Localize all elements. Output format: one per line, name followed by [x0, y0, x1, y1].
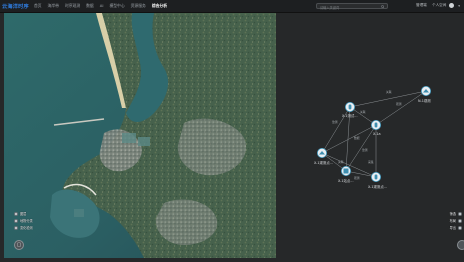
map-control-label: 变化检测 [20, 226, 33, 230]
search-icon[interactable] [381, 4, 385, 9]
nav-item-coast[interactable]: 海岸带 [48, 3, 59, 9]
node-icon [374, 122, 378, 128]
nav-item-timeseries[interactable]: 时序观测 [65, 3, 80, 9]
graph-control-label: 筛选 [449, 212, 456, 216]
graph-control-label: 布局 [449, 219, 456, 223]
graph-control-export[interactable]: 导出 [448, 225, 462, 230]
chat-icon: ▢ [16, 242, 22, 248]
map-control-layers[interactable]: 图层 [14, 211, 26, 216]
nav-item-services[interactable]: 资源服务 [131, 3, 146, 9]
layers-icon [14, 211, 18, 216]
edge-label: 数据 [354, 136, 360, 140]
graph-edge [345, 124, 377, 172]
graph-edge [321, 124, 377, 154]
change-detection-icon [14, 225, 18, 230]
personal-space-link[interactable]: 个人空间 [432, 3, 446, 8]
edge-label: 观测 [354, 176, 360, 180]
satellite-map[interactable]: 图层 地物分类 变化检测 ▢ [4, 13, 276, 258]
map-imagery [4, 13, 276, 258]
avatar[interactable] [449, 3, 454, 8]
edge-label: 监测 [332, 120, 338, 124]
layout-icon [458, 218, 462, 223]
edge-label: 关联 [386, 90, 392, 94]
brand-title[interactable]: 云海洋时序 [2, 3, 29, 10]
node-label: X-1观测点... [314, 160, 333, 165]
map-control-classification[interactable]: 地物分类 [14, 218, 33, 223]
export-icon [458, 225, 462, 230]
search-placeholder: 请输入关键词 [320, 5, 340, 10]
edge-label: 监测 [362, 148, 368, 152]
graph-node[interactable]: X-1a [371, 120, 382, 136]
node-label: X-1a [373, 132, 381, 136]
main-nav: 首页 海岸带 时序观测 数据 AI 模型中心 资源服务 综合分析 [34, 3, 173, 9]
graph-node[interactable]: X-1站点... [338, 165, 354, 183]
edge-label: 关联 [360, 110, 366, 114]
node-icon [348, 104, 352, 110]
admin-link[interactable]: 管理端 [416, 3, 427, 8]
chat-button[interactable]: ▢ [14, 240, 24, 250]
nav-item-models[interactable]: 模型中心 [109, 3, 124, 9]
relation-graph[interactable]: 监测 关联 观测 关联 数据 监测 关联 采集 观测 X-1测试... X-1a… [276, 13, 464, 258]
graph-canvas[interactable]: 监测 关联 观测 关联 数据 监测 关联 采集 观测 X-1测试... X-1a… [276, 13, 464, 258]
classification-icon [14, 218, 18, 223]
nav-item-ai[interactable]: AI [100, 3, 104, 9]
node-label: X-1观测点... [368, 184, 387, 189]
map-control-label: 图层 [20, 212, 27, 216]
node-label: X-1测试... [342, 113, 358, 118]
search-input[interactable]: 请输入关键词 [316, 3, 388, 10]
edge-label: 关联 [338, 160, 344, 164]
node-label: X-1站点... [338, 178, 354, 183]
graph-node[interactable]: X-1测试... [342, 102, 358, 118]
chevron-down-icon[interactable]: ▾ [458, 4, 460, 8]
filter-icon [458, 211, 462, 216]
nav-item-data[interactable]: 数据 [86, 3, 94, 9]
edge-label: 采集 [368, 160, 374, 164]
map-control-change[interactable]: 变化检测 [14, 225, 33, 230]
node-label: N-1观测 [418, 98, 431, 103]
graph-control-filter[interactable]: 筛选 [448, 211, 462, 216]
edge-label: 观测 [396, 102, 402, 106]
graph-chat-button[interactable] [457, 240, 464, 250]
top-bar: 云海洋时序 首页 海岸带 时序观测 数据 AI 模型中心 资源服务 综合分析 [0, 0, 464, 13]
nav-item-home[interactable]: 首页 [34, 3, 42, 9]
graph-control-label: 导出 [449, 226, 456, 230]
graph-control-layout[interactable]: 布局 [448, 218, 462, 223]
node-icon [343, 168, 349, 174]
node-icon [374, 174, 378, 180]
map-control-label: 地物分类 [20, 219, 33, 223]
graph-node[interactable]: N-1观测 [418, 86, 431, 103]
nav-item-analysis[interactable]: 综合分析 [152, 3, 167, 9]
